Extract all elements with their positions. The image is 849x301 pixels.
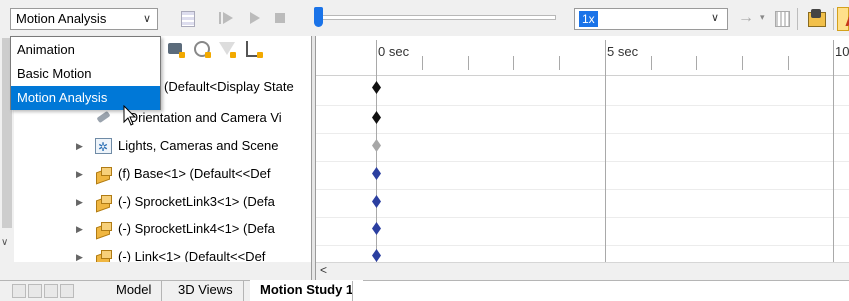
last-tab-icon[interactable]	[60, 284, 74, 298]
major-tick	[833, 40, 834, 266]
time-label: 5 sec	[607, 44, 639, 59]
calculate-icon[interactable]	[180, 10, 196, 27]
tree-row-orientation[interactable]: Orientation and Camera Vi	[0, 107, 311, 129]
tab-3d-views[interactable]: 3D Views	[168, 280, 244, 301]
toolbar-divider	[833, 8, 834, 30]
next-tab-icon[interactable]	[44, 284, 58, 298]
tree-row-label: Orientation and Camera Vi	[128, 110, 282, 125]
key-point[interactable]	[372, 222, 381, 235]
minor-tick	[422, 56, 423, 70]
expand-arrow-icon[interactable]: ▶	[76, 218, 83, 240]
major-tick	[605, 40, 606, 266]
menu-item-animation[interactable]: Animation	[11, 38, 160, 62]
part-icon	[95, 249, 112, 262]
mouse-cursor-icon	[123, 105, 137, 126]
playback-slider-track[interactable]	[318, 15, 556, 20]
timeline-row-line	[316, 105, 849, 106]
key-point[interactable]	[372, 195, 381, 208]
menu-item-basic-motion[interactable]: Basic Motion	[11, 62, 160, 86]
minor-tick	[788, 56, 789, 70]
part-icon	[95, 194, 112, 210]
first-tab-icon[interactable]	[12, 284, 26, 298]
minor-tick	[513, 56, 514, 70]
minor-tick	[696, 56, 697, 70]
expand-arrow-icon[interactable]: ▶	[76, 163, 83, 185]
tree-row-lights[interactable]: ▶ Lights, Cameras and Scene	[0, 135, 311, 157]
study-type-menu: Animation Basic Motion Motion Analysis	[10, 36, 161, 110]
part-icon	[95, 166, 112, 182]
scroll-left-icon[interactable]: <	[320, 263, 327, 277]
tree-row-label: (Default<Display State	[164, 79, 294, 94]
camera-icon	[95, 110, 112, 126]
key-point[interactable]	[372, 167, 381, 180]
tab-bar-empty-area	[352, 281, 849, 301]
timeline-horizontal-scrollbar[interactable]	[316, 262, 849, 280]
play-from-start-icon[interactable]	[218, 10, 234, 26]
timeline-row-line	[316, 189, 849, 190]
tab-motion-study-1[interactable]: Motion Study 1	[250, 280, 365, 301]
timeline-row-line	[316, 245, 849, 246]
time-ruler[interactable]: 0 sec 5 sec 10	[316, 36, 849, 266]
chevron-down-icon: ∨	[142, 13, 151, 25]
study-type-value: Motion Analysis	[16, 11, 107, 26]
chevron-down-icon: ∨	[710, 12, 719, 24]
minor-tick	[559, 56, 560, 70]
expand-arrow-icon[interactable]: ▶	[76, 191, 83, 213]
key-point[interactable]	[372, 81, 381, 94]
playback-speed-dropdown[interactable]: 1x ∨	[574, 8, 728, 30]
toolbar-divider	[797, 8, 798, 30]
timeline-row-line	[316, 133, 849, 134]
play-icon[interactable]	[247, 10, 263, 26]
key-point[interactable]	[372, 139, 381, 152]
playback-slider-thumb[interactable]	[314, 7, 323, 27]
time-label: 0 sec	[378, 44, 410, 59]
minor-tick	[651, 56, 652, 70]
tree-row-part[interactable]: ▶ (-) SprocketLink4<1> (Defa	[0, 218, 311, 240]
key-point[interactable]	[372, 111, 381, 124]
part-icon	[95, 221, 112, 237]
time-label: 10	[835, 44, 849, 59]
expand-arrow-icon[interactable]: ▶	[76, 246, 83, 262]
previous-tab-icon[interactable]	[28, 284, 42, 298]
tree-filter-toolbar	[163, 38, 313, 62]
menu-item-motion-analysis[interactable]: Motion Analysis	[11, 86, 160, 110]
motion-manager: Motion Analysis ∨ 1x ∨ → ▾ ∨ (Default<Di…	[0, 0, 849, 301]
tree-row-label: (f) Base<1> (Default<<Def	[118, 166, 271, 181]
filter-results-icon[interactable]	[245, 40, 263, 58]
playback-mode-icon[interactable]: →	[738, 10, 756, 26]
stop-icon[interactable]	[272, 10, 288, 26]
playback-speed-value: 1x	[579, 11, 598, 27]
lights-icon	[95, 136, 112, 157]
filter-selected-icon[interactable]	[218, 40, 236, 58]
save-animation-icon[interactable]	[773, 9, 791, 27]
tab-navigation	[12, 284, 102, 298]
motor-icon[interactable]	[837, 7, 849, 31]
dropdown-arrow-icon[interactable]: ▾	[760, 12, 765, 23]
filter-driving-icon[interactable]	[193, 40, 211, 58]
tab-model[interactable]: Model	[106, 280, 163, 301]
tree-row-part[interactable]: ▶ (-) Link<1> (Default<<Def	[0, 246, 311, 262]
study-type-dropdown[interactable]: Motion Analysis ∨	[10, 8, 158, 30]
timeline-row-line	[316, 217, 849, 218]
tree-row-part[interactable]: ▶ (-) SprocketLink3<1> (Defa	[0, 191, 311, 213]
tree-row-label: (-) SprocketLink3<1> (Defa	[118, 194, 275, 209]
minor-tick	[468, 56, 469, 70]
tree-row-label: (-) SprocketLink4<1> (Defa	[118, 221, 275, 236]
filter-animating-icon[interactable]	[167, 40, 185, 58]
expand-arrow-icon[interactable]: ▶	[76, 135, 83, 157]
key-point[interactable]	[372, 249, 381, 259]
minor-tick	[742, 56, 743, 70]
animation-wizard-icon[interactable]	[806, 9, 826, 29]
timeline-row-line	[316, 161, 849, 162]
tree-row-label: (-) Link<1> (Default<<Def	[118, 249, 266, 262]
tree-row-label: Lights, Cameras and Scene	[118, 138, 279, 153]
tree-row-part[interactable]: ▶ (f) Base<1> (Default<<Def	[0, 163, 311, 185]
